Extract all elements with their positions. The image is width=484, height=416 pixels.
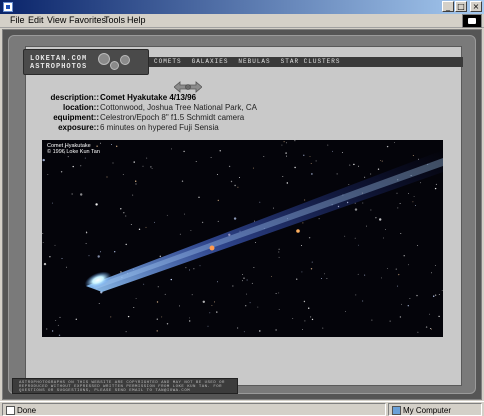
close-button[interactable]: × — [470, 1, 482, 12]
equipment-value: Celestron/Epoch 8" f1.5 Schmidt camera — [100, 113, 245, 122]
my-computer-icon — [392, 406, 401, 415]
logo-line2: ASTROPHOTOS — [30, 63, 88, 71]
comet-photo: Comet Hyakutake © 1996 Loke Kun Tan — [42, 140, 443, 337]
menu-view[interactable]: View — [47, 15, 66, 25]
gears-icon — [96, 51, 136, 73]
menu-favorites[interactable]: Favorites — [69, 15, 106, 25]
site-logo[interactable]: LOKETAN.COM ASTROPHOTOS — [23, 49, 149, 75]
browser-window: _ □ × File Edit View Favorites Tools Hel… — [0, 0, 484, 416]
logo-line1: LOKETAN.COM — [30, 55, 88, 63]
windows-logo-icon — [462, 14, 482, 28]
site-content: LOKETAN.COM ASTROPHOTOS COMETS GALAXIES … — [23, 46, 463, 386]
maximize-button[interactable]: □ — [455, 1, 467, 12]
status-text: Done — [17, 406, 37, 415]
zone-cell: My Computer — [388, 403, 482, 416]
menu-help[interactable]: Help — [127, 15, 146, 25]
status-bar: Done My Computer — [0, 401, 484, 416]
site-header: LOKETAN.COM ASTROPHOTOS COMETS GALAXIES … — [23, 47, 463, 75]
page-viewport: LOKETAN.COM ASTROPHOTOS COMETS GALAXIES … — [2, 29, 482, 400]
ie-page-icon — [6, 406, 15, 415]
copyright-bar: ASTROPHOTOGRAPHS ON THIS WEBSITE ARE COP… — [12, 378, 238, 394]
ie-page-icon — [3, 2, 13, 12]
site-footer: ASTROPHOTOGRAPHS ON THIS WEBSITE ARE COP… — [12, 375, 472, 395]
window-controls: _ □ × — [442, 1, 482, 12]
site-frame: LOKETAN.COM ASTROPHOTOS COMETS GALAXIES … — [8, 35, 476, 394]
status-text-cell: Done — [2, 403, 386, 416]
description-label: description:: — [50, 93, 99, 102]
nav-nebulas[interactable]: NEBULAS — [238, 58, 270, 65]
nav-links: COMETS GALAXIES NEBULAS STAR CLUSTERS — [154, 58, 340, 65]
exposure-label: exposure:: — [58, 123, 99, 132]
zone-text: My Computer — [403, 406, 452, 415]
description-value: Comet Hyakutake 4/13/96 — [100, 93, 197, 102]
menu-file[interactable]: File — [10, 15, 25, 25]
minimize-button[interactable]: _ — [442, 1, 454, 12]
nav-comets[interactable]: COMETS — [154, 58, 182, 65]
menu-tools[interactable]: Tools — [104, 15, 125, 25]
photo-caption: Comet Hyakutake © 1996 Loke Kun Tan — [47, 143, 100, 155]
comet-image — [42, 140, 443, 337]
exposure-value: 6 minutes on hypered Fuji Sensia — [100, 123, 219, 132]
menu-bar: File Edit View Favorites Tools Help — [0, 14, 484, 28]
nav-galaxies[interactable]: GALAXIES — [192, 58, 229, 65]
title-bar: _ □ × — [0, 0, 484, 14]
location-label: location:: — [63, 103, 99, 112]
caption-copyright: © 1996 Loke Kun Tan — [47, 149, 100, 155]
double-arrow-icon[interactable] — [174, 81, 202, 93]
nav-star-clusters[interactable]: STAR CLUSTERS — [281, 58, 341, 65]
location-value: Cottonwood, Joshua Tree National Park, C… — [100, 103, 257, 112]
equipment-label: equipment:: — [53, 113, 99, 122]
copyright-text: ASTROPHOTOGRAPHS ON THIS WEBSITE ARE COP… — [19, 381, 225, 393]
menu-edit[interactable]: Edit — [28, 15, 44, 25]
